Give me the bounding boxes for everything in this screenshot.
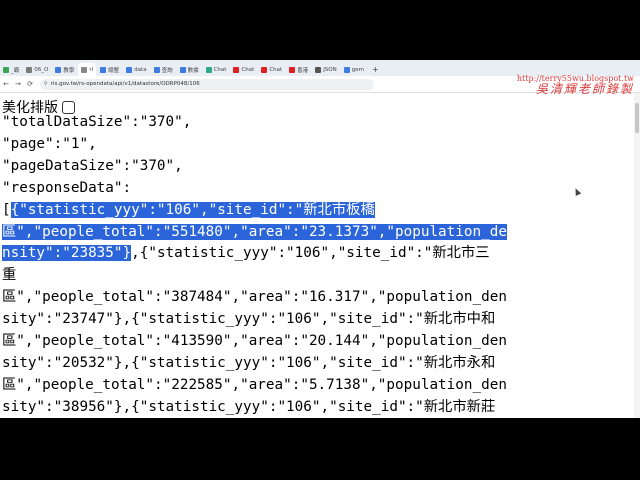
browser-tab[interactable]: 總整 bbox=[97, 63, 122, 76]
tab-label: 06_O bbox=[34, 66, 49, 73]
tab-favicon-icon bbox=[26, 66, 33, 73]
tab-label: 總整 bbox=[108, 67, 120, 74]
forward-icon[interactable]: → bbox=[12, 80, 24, 88]
json-line: 區","people_total":"551480","area":"23.13… bbox=[2, 223, 507, 240]
tab-label: 教學 bbox=[63, 67, 75, 74]
json-line: 區","people_total":"413590","area":"20.14… bbox=[2, 333, 507, 350]
json-line: [{"statistic_yyy":"106","site_id":"新北市板橋 bbox=[2, 201, 375, 218]
tab-favicon-icon bbox=[343, 66, 350, 73]
json-line: nsity":"23835"},{"statistic_yyy":"106","… bbox=[2, 245, 490, 262]
scrollbar-thumb[interactable] bbox=[635, 103, 639, 133]
json-line: "pageDataSize":"370", bbox=[2, 157, 183, 174]
back-icon[interactable]: ← bbox=[0, 80, 12, 88]
tab-label: Chat bbox=[269, 66, 283, 73]
json-text: ,{"statistic_yyy":"106","site_id":"新北市三 bbox=[131, 245, 490, 262]
browser-tab[interactable]: data bbox=[123, 63, 149, 76]
address-bar[interactable]: ⚲ ris.gov.tw/rs-opendata/api/v1/datastor… bbox=[40, 78, 374, 90]
json-line: "responseData": bbox=[2, 179, 132, 196]
json-line: sity":"38956"},{"statistic_yyy":"106","s… bbox=[2, 398, 496, 415]
tab-label: data bbox=[134, 66, 147, 73]
browser-tab[interactable]: 06_O bbox=[23, 63, 51, 76]
browser-tab[interactable]: 教學 bbox=[52, 63, 77, 76]
browser-tab[interactable]: rl bbox=[78, 63, 97, 76]
tab-label: rl bbox=[89, 66, 94, 73]
tab-favicon-icon bbox=[315, 66, 322, 73]
json-line: "totalDataSize":"370", bbox=[2, 114, 192, 130]
browser-tab[interactable]: 香港 bbox=[286, 63, 311, 76]
tab-label: gem bbox=[351, 66, 364, 73]
tab-favicon-icon bbox=[153, 66, 160, 73]
tab-favicon-icon bbox=[126, 66, 133, 73]
tab-label: 香港 bbox=[297, 67, 309, 74]
tab-favicon-icon bbox=[261, 66, 268, 73]
tab-favicon-icon bbox=[100, 66, 107, 73]
scrollbar[interactable] bbox=[634, 93, 640, 418]
browser-tab[interactable]: JSON bbox=[312, 63, 340, 76]
tab-favicon-icon bbox=[289, 66, 296, 73]
browser-window: _霸 06_O 教學 rl 總整 data 查詢 數據 Chat Chat Chat 香港 JSON ge… bbox=[0, 60, 640, 418]
json-line: sity":"23747"},{"statistic_yyy":"106","s… bbox=[2, 311, 496, 328]
reload-icon[interactable]: ⟳ bbox=[24, 80, 36, 88]
tab-label: 數據 bbox=[187, 67, 199, 74]
tab-label: Chat bbox=[241, 66, 255, 73]
selected-text: {"statistic_yyy":"106","site_id":"新北市板橋 bbox=[10, 201, 375, 218]
tab-label: JSON bbox=[323, 66, 337, 73]
json-text: [ bbox=[2, 201, 11, 218]
json-viewer: "totalDataSize":"370", "page":"1", "page… bbox=[2, 112, 507, 418]
tab-favicon-icon bbox=[179, 66, 186, 73]
tab-label: Chat bbox=[213, 66, 227, 73]
page-content: 美化排版 "totalDataSize":"370", "page":"1", … bbox=[0, 93, 640, 418]
browser-tab[interactable]: gem bbox=[341, 63, 367, 76]
selected-text: nsity":"23835"} bbox=[2, 245, 132, 262]
tab-favicon-icon bbox=[233, 66, 240, 73]
tab-favicon-icon bbox=[205, 66, 212, 73]
browser-tab[interactable]: Chat bbox=[258, 63, 285, 76]
json-line: sity":"20532"},{"statistic_yyy":"106","s… bbox=[2, 354, 496, 371]
json-line: 區","people_total":"222585","area":"5.713… bbox=[2, 376, 507, 393]
json-line: "page":"1", bbox=[2, 135, 97, 152]
browser-tab[interactable]: Chat bbox=[203, 63, 230, 76]
new-tab-button[interactable]: + bbox=[368, 63, 383, 76]
tab-label: 查詢 bbox=[161, 67, 173, 74]
url-text: ris.gov.tw/rs-opendata/api/v1/datastore/… bbox=[50, 81, 200, 87]
browser-tab[interactable]: _霸 bbox=[0, 63, 22, 76]
tab-favicon-icon bbox=[3, 66, 9, 73]
json-line: 重 bbox=[2, 267, 17, 284]
tab-favicon-icon bbox=[55, 66, 62, 73]
tab-favicon-icon bbox=[81, 66, 88, 73]
site-info-icon[interactable]: ⚲ bbox=[44, 81, 48, 87]
browser-tab[interactable]: 數據 bbox=[177, 63, 202, 76]
json-line: 區","people_total":"387484","area":"16.31… bbox=[2, 289, 507, 306]
browser-tab[interactable]: Chat bbox=[230, 63, 257, 76]
browser-tab[interactable]: 查詢 bbox=[151, 63, 176, 76]
tab-label: _霸 bbox=[11, 67, 20, 74]
selected-text: 區","people_total":"551480","area":"23.13… bbox=[2, 223, 507, 240]
